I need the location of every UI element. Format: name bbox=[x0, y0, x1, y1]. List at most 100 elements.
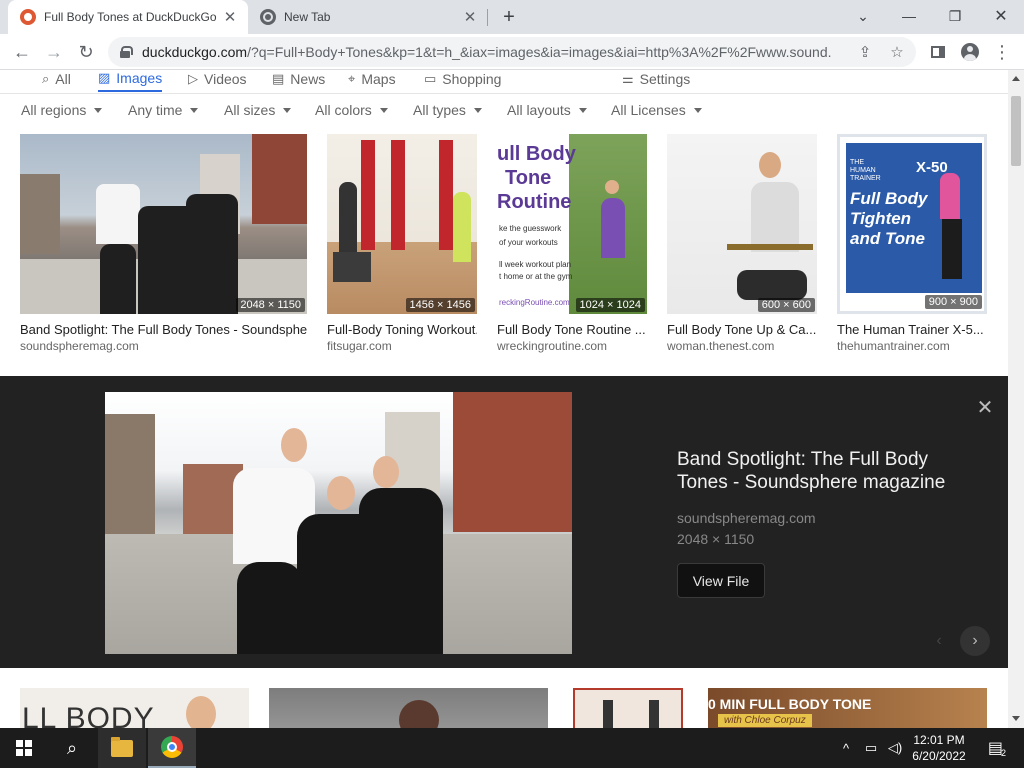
scroll-up-icon[interactable] bbox=[1012, 76, 1020, 81]
image-result[interactable] bbox=[269, 688, 548, 728]
result-thumbnail[interactable]: THE HUMAN TRAINER X-50 Full Body Tighten… bbox=[837, 134, 987, 314]
forward-button[interactable]: → bbox=[40, 38, 68, 66]
result-source[interactable]: thehumantrainer.com bbox=[837, 339, 987, 353]
tab-all[interactable]: ⌕ All bbox=[42, 70, 71, 92]
restore-button[interactable]: ❐ bbox=[932, 0, 978, 32]
thumb-text: LL BODY bbox=[22, 702, 155, 728]
detail-title: Band Spotlight: The Full Body Tones - So… bbox=[677, 449, 946, 493]
image-result[interactable]: 600 × 600 Full Body Tone Up & Ca... woma… bbox=[667, 134, 817, 353]
volume-icon[interactable]: ◁) bbox=[884, 728, 906, 768]
share-icon[interactable]: ⇪ bbox=[854, 41, 876, 63]
caret-down-icon bbox=[473, 107, 482, 113]
result-thumbnail[interactable]: 2048 × 1150 bbox=[20, 134, 307, 314]
detail-source[interactable]: soundspheremag.com bbox=[677, 510, 816, 526]
result-thumbnail[interactable]: 1456 × 1456 bbox=[327, 134, 477, 314]
filter-time[interactable]: Any time bbox=[128, 102, 199, 118]
tab-settings[interactable]: ⚌ Settings bbox=[622, 70, 690, 92]
network-icon[interactable]: ▭ bbox=[860, 728, 882, 768]
result-source[interactable]: woman.thenest.com bbox=[667, 339, 817, 353]
tab-videos-label: Videos bbox=[204, 71, 247, 87]
reload-button[interactable]: ↻ bbox=[72, 38, 100, 66]
image-result[interactable]: LL BODY bbox=[20, 688, 249, 728]
tab-news[interactable]: ▤ News bbox=[272, 70, 325, 92]
filter-label: All regions bbox=[21, 102, 87, 118]
thumb-small-text: ke the guesswork bbox=[499, 224, 562, 233]
address-bar[interactable]: duckduckgo.com/?q=Full+Body+Tones&kp=1&t… bbox=[108, 37, 916, 67]
tab-settings-label: Settings bbox=[639, 71, 691, 87]
tab-images[interactable]: ▨ Images bbox=[98, 70, 163, 92]
windows-taskbar: ⌕ ^ ▭ ◁) 12:01 PM 6/20/2022 ▤ 2 bbox=[0, 728, 1024, 768]
back-button[interactable]: ← bbox=[8, 38, 36, 66]
result-title[interactable]: Full Body Tone Routine ... bbox=[497, 322, 647, 337]
image-result[interactable] bbox=[573, 688, 683, 728]
thumb-small-text: reckingRoutine.com bbox=[499, 298, 570, 307]
scroll-down-icon[interactable] bbox=[1012, 716, 1020, 721]
view-file-button[interactable]: View File bbox=[677, 563, 765, 598]
tab-search-chevron-icon[interactable]: ⌄ bbox=[840, 0, 886, 32]
start-button[interactable] bbox=[0, 728, 48, 768]
tab-all-label: All bbox=[55, 71, 71, 87]
sliders-icon: ⚌ bbox=[622, 71, 634, 86]
result-title[interactable]: Full-Body Toning Workout... bbox=[327, 322, 477, 337]
page-scrollbar[interactable] bbox=[1008, 70, 1024, 728]
filter-label: All colors bbox=[315, 102, 372, 118]
image-result[interactable]: 2048 × 1150 Band Spotlight: The Full Bod… bbox=[20, 134, 307, 353]
result-title[interactable]: Band Spotlight: The Full Body Tones - So… bbox=[20, 322, 307, 337]
thumb-text-line: ull Body bbox=[497, 143, 576, 165]
tab-shopping-label: Shopping bbox=[442, 71, 502, 87]
lock-icon[interactable] bbox=[120, 46, 133, 58]
image-dimensions: 900 × 900 bbox=[924, 295, 982, 309]
system-clock[interactable]: 12:01 PM 6/20/2022 bbox=[904, 732, 974, 764]
tab-duckduckgo[interactable]: Full Body Tones at DuckDuckGo ✕ bbox=[8, 0, 248, 34]
image-result[interactable]: 0 MIN FULL BODY TONE with Chloe Corpuz bbox=[708, 688, 987, 728]
result-source[interactable]: soundspheremag.com bbox=[20, 339, 307, 353]
result-thumbnail[interactable]: ull Body Tone Routine ke the guesswork o… bbox=[497, 134, 647, 314]
close-tab-icon[interactable]: ✕ bbox=[460, 7, 480, 27]
show-hidden-icons-chevron-icon[interactable]: ^ bbox=[836, 728, 856, 768]
thumb-text-line: Routine bbox=[497, 191, 572, 213]
next-image-icon[interactable]: › bbox=[960, 626, 990, 656]
new-tab-button[interactable]: + bbox=[497, 5, 521, 29]
filter-colors[interactable]: All colors bbox=[315, 102, 388, 118]
profile-button[interactable] bbox=[958, 40, 982, 64]
side-panel-button[interactable] bbox=[926, 40, 950, 64]
chrome-taskbar-button[interactable] bbox=[148, 728, 196, 768]
filter-types[interactable]: All types bbox=[413, 102, 482, 118]
minimize-button[interactable]: — bbox=[886, 0, 932, 32]
filter-label: All types bbox=[413, 102, 466, 118]
detail-image[interactable] bbox=[105, 392, 572, 654]
image-result[interactable]: THE HUMAN TRAINER X-50 Full Body Tighten… bbox=[837, 134, 987, 353]
tab-maps[interactable]: ⌖ Maps bbox=[348, 70, 396, 92]
thumb-text-line: Tighten bbox=[850, 209, 912, 228]
tab-shopping[interactable]: ▭ Shopping bbox=[424, 70, 501, 92]
close-tab-icon[interactable]: ✕ bbox=[220, 7, 240, 27]
map-pin-icon: ⌖ bbox=[348, 71, 356, 86]
tab-videos[interactable]: ▷ Videos bbox=[188, 70, 247, 92]
play-icon: ▷ bbox=[188, 71, 198, 86]
file-explorer-button[interactable] bbox=[98, 728, 146, 768]
more-menu-icon[interactable]: ⋮ bbox=[990, 40, 1014, 64]
notifications-button[interactable]: ▤ 2 bbox=[982, 728, 1012, 768]
close-detail-icon[interactable]: ✕ bbox=[976, 397, 994, 419]
bookmark-star-icon[interactable]: ☆ bbox=[886, 41, 908, 63]
search-taskbar-icon[interactable]: ⌕ bbox=[48, 728, 96, 768]
scroll-thumb[interactable] bbox=[1011, 96, 1021, 166]
filter-regions[interactable]: All regions bbox=[21, 102, 103, 118]
filter-layouts[interactable]: All layouts bbox=[507, 102, 587, 118]
tab-new-tab[interactable]: New Tab ✕ bbox=[250, 0, 488, 34]
image-result[interactable]: ull Body Tone Routine ke the guesswork o… bbox=[497, 134, 647, 353]
result-source[interactable]: fitsugar.com bbox=[327, 339, 477, 353]
image-result[interactable]: 1456 × 1456 Full-Body Toning Workout... … bbox=[327, 134, 477, 353]
clock-date: 6/20/2022 bbox=[912, 749, 966, 763]
filter-licenses[interactable]: All Licenses bbox=[611, 102, 702, 118]
result-thumbnail[interactable]: 600 × 600 bbox=[667, 134, 817, 314]
previous-image-icon[interactable]: ‹ bbox=[924, 626, 954, 656]
duckduckgo-favicon-icon bbox=[20, 9, 36, 25]
result-title[interactable]: Full Body Tone Up & Ca... bbox=[667, 322, 817, 337]
close-window-button[interactable]: ✕ bbox=[978, 0, 1024, 32]
tab-divider bbox=[487, 9, 488, 26]
filter-sizes[interactable]: All sizes bbox=[224, 102, 292, 118]
tab-maps-label: Maps bbox=[361, 71, 396, 87]
result-title[interactable]: The Human Trainer X-5... bbox=[837, 322, 987, 337]
result-source[interactable]: wreckingroutine.com bbox=[497, 339, 647, 353]
